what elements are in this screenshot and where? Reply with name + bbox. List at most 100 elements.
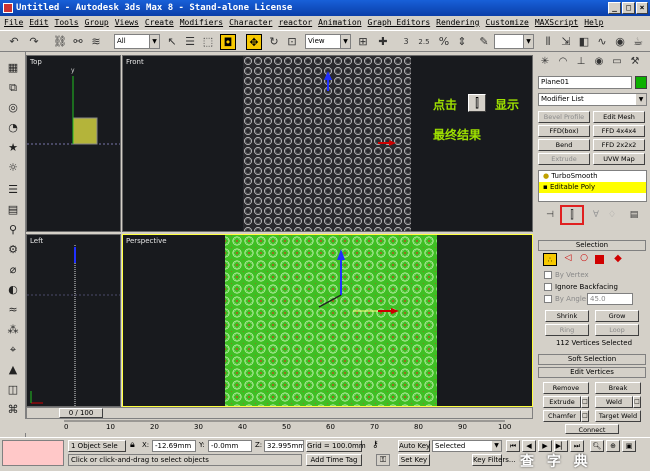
weld-settings-icon[interactable]: □ xyxy=(633,396,641,408)
align-icon[interactable]: ⇲ xyxy=(558,34,574,50)
rectangular-selection-icon[interactable]: ⬚ xyxy=(200,34,216,50)
menu-maxscript[interactable]: MAXScript xyxy=(535,18,578,30)
ffd-box-button[interactable]: FFD(box) xyxy=(538,125,590,137)
named-selection-icon[interactable]: ✎ xyxy=(476,34,492,50)
bevel-profile-button[interactable]: Bevel Profile xyxy=(538,111,590,123)
zoom-extents-icon[interactable]: ▣ xyxy=(622,440,636,452)
show-end-result-icon[interactable]: ⫿ xyxy=(564,207,580,223)
border-icon[interactable]: ○ xyxy=(577,253,591,266)
spinner-snap-icon[interactable]: ⇕ xyxy=(454,34,470,50)
object-color-swatch[interactable] xyxy=(635,76,647,89)
menu-tools[interactable]: Tools xyxy=(55,18,79,30)
add-time-tag-button[interactable]: Add Time Tag xyxy=(306,454,362,466)
menu-graph-editors[interactable]: Graph Editors xyxy=(368,18,431,30)
menu-character[interactable]: Character xyxy=(229,18,272,30)
hierarchy-tab-icon[interactable]: ⊥ xyxy=(573,54,589,70)
material-editor-icon[interactable]: ◉ xyxy=(612,34,628,50)
stack-item-turbosmooth[interactable]: ● TurboSmooth xyxy=(539,171,646,182)
particles-icon[interactable]: ⁂ xyxy=(5,322,21,338)
edit-vertices-rollout-header[interactable]: Edit Vertices xyxy=(538,367,646,378)
track-bar[interactable]: 0 10 20 30 40 50 60 70 80 90 100 xyxy=(0,419,533,433)
motion-tab-icon[interactable]: ◉ xyxy=(591,54,607,70)
key-mode-dropdown[interactable]: Selected ▼ xyxy=(432,440,502,452)
zoom-icon[interactable]: 🔍︎ xyxy=(590,440,604,452)
chamfer-button[interactable]: Chamfer xyxy=(543,410,581,422)
lock-selection-icon[interactable]: 🔒︎ xyxy=(130,440,135,450)
extrude-settings-icon[interactable]: □ xyxy=(581,396,589,408)
configure-sets-icon[interactable]: ▤ xyxy=(626,207,642,223)
grow-button[interactable]: Grow xyxy=(595,310,639,322)
tab-panel-icon[interactable]: ▦ xyxy=(5,60,21,76)
menu-help[interactable]: Help xyxy=(584,18,603,30)
snaps-toggle-icon[interactable]: 3 xyxy=(398,34,414,50)
viewport-top[interactable]: y Top xyxy=(26,55,121,232)
viewport-left[interactable]: Left xyxy=(26,234,121,407)
viewport-perspective[interactable]: Perspective xyxy=(122,234,533,407)
set-key-icon[interactable]: ⚿ xyxy=(376,454,390,466)
break-button[interactable]: Break xyxy=(595,382,641,394)
select-and-scale-icon[interactable]: ⊡ xyxy=(284,34,300,50)
layer-manager-icon[interactable]: ◧ xyxy=(576,34,592,50)
close-button[interactable]: × xyxy=(636,2,648,14)
selection-filter-dropdown[interactable]: All ▼ xyxy=(114,34,160,49)
wire-icon[interactable]: ⌘ xyxy=(5,402,21,418)
menu-file[interactable]: File xyxy=(4,18,23,30)
bone-icon[interactable]: ⚲ xyxy=(5,222,21,238)
menu-edit[interactable]: Edit xyxy=(29,18,48,30)
z-coordinate-field[interactable]: 32.995mm xyxy=(264,440,304,452)
select-object-icon[interactable]: ↖ xyxy=(164,34,180,50)
maximize-button[interactable]: □ xyxy=(622,2,635,14)
utilities-tab-icon[interactable]: ⚒ xyxy=(627,54,643,70)
sphere-icon[interactable]: ◎ xyxy=(5,100,21,116)
ignore-backfacing-checkbox[interactable] xyxy=(544,283,552,291)
window-crossing-icon[interactable]: ◘ xyxy=(220,34,236,50)
weld-button[interactable]: Weld xyxy=(595,396,633,408)
clip-icon[interactable]: ◔ xyxy=(5,120,21,136)
modify-tab-icon[interactable]: ◠ xyxy=(555,54,571,70)
menu-group[interactable]: Group xyxy=(85,18,109,30)
angle-value-field[interactable]: 45.0 xyxy=(587,293,633,305)
wave-icon[interactable]: ≈ xyxy=(5,302,21,318)
go-to-start-icon[interactable]: ⏮ xyxy=(506,440,520,452)
menu-rendering[interactable]: Rendering xyxy=(436,18,479,30)
selection-rollout-header[interactable]: Selection xyxy=(538,240,646,251)
ffd-2x2x2-button[interactable]: FFD 2x2x2 xyxy=(593,139,645,151)
ffd-4x4x4-button[interactable]: FFD 4x4x4 xyxy=(593,125,645,137)
zoom-all-icon[interactable]: ⊕ xyxy=(606,440,620,452)
angle-snap-icon[interactable]: 2.5 xyxy=(416,34,432,50)
menu-animation[interactable]: Animation xyxy=(318,18,361,30)
select-and-move-icon[interactable]: ✥ xyxy=(246,34,262,50)
set-key-button[interactable]: Set Key xyxy=(398,454,430,466)
light-icon[interactable]: ☼ xyxy=(5,160,21,176)
remove-modifier-icon[interactable]: ♢ xyxy=(604,207,620,223)
pin-icon[interactable]: ⌖ xyxy=(5,342,21,358)
bind-space-warp-icon[interactable]: ≋ xyxy=(88,34,104,50)
x-coordinate-field[interactable]: -12.69mm xyxy=(152,440,196,452)
element-icon[interactable]: ◆ xyxy=(611,253,625,266)
unlink-icon[interactable]: ⚯ xyxy=(70,34,86,50)
panel-icon[interactable]: ▤ xyxy=(5,202,21,218)
vertex-icon[interactable]: ∴ xyxy=(543,253,557,266)
loop-button[interactable]: Loop xyxy=(595,324,639,336)
xref-icon[interactable]: ⧉ xyxy=(5,80,21,96)
stack-item-editable-poly[interactable]: ▪ Editable Poly xyxy=(539,182,646,193)
shrink-button[interactable]: Shrink xyxy=(545,310,589,322)
make-unique-icon[interactable]: ∀ xyxy=(588,207,604,223)
redo-icon[interactable]: ↷ xyxy=(26,34,42,50)
undo-icon[interactable]: ↶ xyxy=(6,34,22,50)
pin-stack-icon[interactable]: ⊣ xyxy=(542,207,558,223)
select-manipulate-icon[interactable]: ✚ xyxy=(375,34,391,50)
viewport-front[interactable]: Front 点击 ⫿ 显示 最终结果 xyxy=(122,55,533,232)
helper-icon[interactable]: ⚙ xyxy=(5,242,21,258)
key-icon[interactable]: ⚷ xyxy=(372,440,379,450)
by-vertex-checkbox[interactable] xyxy=(544,271,552,279)
polygon-icon[interactable] xyxy=(595,255,604,264)
select-and-rotate-icon[interactable]: ↻ xyxy=(266,34,282,50)
menu-create[interactable]: Create xyxy=(145,18,174,30)
by-angle-checkbox[interactable] xyxy=(544,295,552,303)
percent-snap-icon[interactable]: % xyxy=(436,34,452,50)
extrude-modifier-button[interactable]: Extrude xyxy=(538,153,590,165)
render-scene-icon[interactable]: ☕ xyxy=(630,34,646,50)
target-weld-button[interactable]: Target Weld xyxy=(595,410,641,422)
modifier-list-dropdown[interactable]: Modifier List ▼ xyxy=(538,93,647,106)
